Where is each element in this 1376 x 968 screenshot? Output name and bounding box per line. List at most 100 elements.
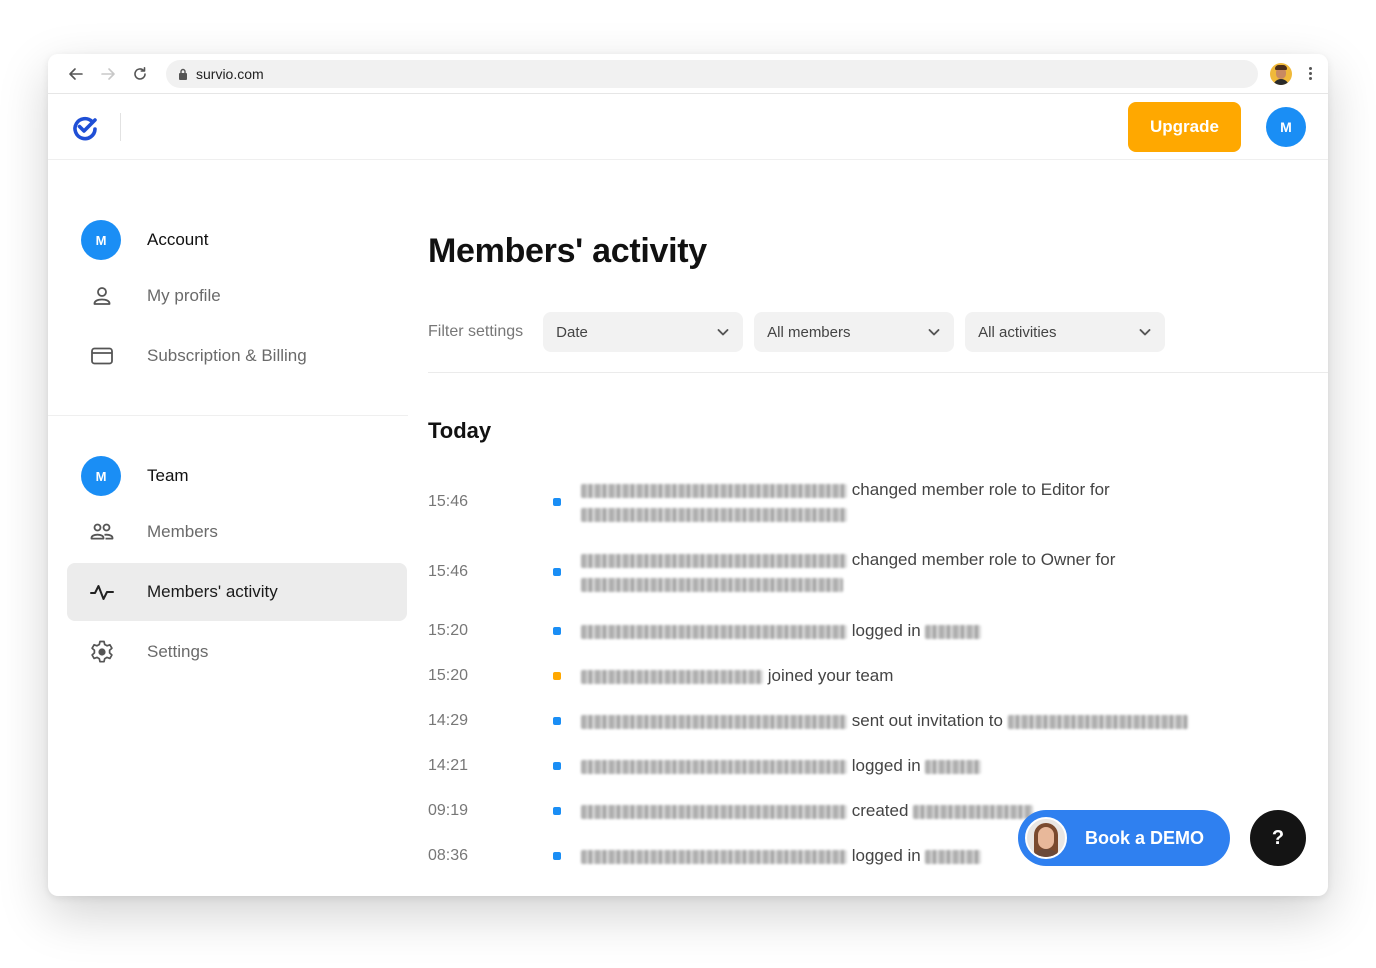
kebab-menu-icon[interactable]: [1304, 67, 1316, 80]
activity-action: created: [851, 801, 909, 820]
activities-filter-select[interactable]: All activities: [965, 312, 1166, 352]
select-value: All members: [767, 323, 851, 341]
browser-window: survio.com Upgrade M M Account My profil…: [48, 54, 1328, 896]
activity-text: logged in: [581, 844, 982, 868]
redacted-target-email: [581, 507, 847, 522]
help-button[interactable]: ?: [1250, 810, 1306, 866]
activity-text: logged in: [581, 754, 982, 778]
sidebar-item-members[interactable]: Members: [67, 503, 407, 561]
upgrade-button[interactable]: Upgrade: [1128, 101, 1241, 152]
activity-time: 15:46: [428, 493, 469, 510]
redacted-target-email: [581, 577, 843, 592]
status-dot: [553, 852, 561, 860]
sidebar-item-settings[interactable]: Settings: [67, 623, 407, 681]
select-value: All activities: [978, 323, 1057, 341]
url-text: survio.com: [196, 65, 264, 82]
activity-time: 14:29: [428, 712, 469, 729]
arrow-right-icon: [101, 67, 115, 80]
activity-row: 15:46 changed member role to Owner for: [428, 548, 1115, 596]
header-divider: [120, 112, 121, 141]
redacted-target: [925, 849, 982, 864]
sidebar-item-subscription-billing[interactable]: Subscription & Billing: [67, 327, 407, 385]
reload-button[interactable]: [124, 58, 156, 90]
activity-time: 14:21: [428, 757, 469, 774]
survio-logo[interactable]: [70, 112, 100, 142]
reload-icon: [134, 66, 146, 80]
activity-text: logged in: [581, 619, 982, 643]
sidebar-item-label: Members: [147, 522, 218, 541]
activity-time: 15:20: [428, 667, 469, 684]
book-demo-label: Book a DEMO: [1085, 827, 1205, 848]
redacted-target: [913, 804, 1034, 819]
sidebar-section-title: Account: [147, 230, 209, 249]
user-avatar[interactable]: M: [1266, 106, 1306, 147]
activity-row: 15:20 logged in: [428, 619, 982, 643]
status-dot: [553, 498, 561, 506]
activity-action: sent out invitation to: [851, 711, 1003, 730]
activity-action: logged in: [851, 846, 921, 865]
activity-row: 09:19 created: [428, 799, 1034, 823]
sidebar-section-team: M Team: [81, 456, 408, 496]
status-dot: [553, 807, 561, 815]
chevron-down-icon: [717, 329, 729, 336]
redacted-email: [581, 804, 847, 819]
activity-action: changed member role to Editor for: [851, 480, 1110, 499]
select-value: Date: [556, 323, 588, 341]
status-dot: [553, 627, 561, 635]
activity-text: created: [581, 799, 1034, 823]
credit-card-icon: [89, 343, 115, 369]
activity-text: sent out invitation to: [581, 709, 1188, 733]
browser-profile-avatar[interactable]: [1270, 62, 1292, 85]
book-demo-button[interactable]: Book a DEMO: [1018, 810, 1230, 866]
redacted-target: [925, 624, 982, 639]
status-dot: [553, 717, 561, 725]
browser-toolbar: survio.com: [48, 54, 1328, 94]
redacted-target-email: [1007, 714, 1188, 729]
forward-button[interactable]: [92, 58, 124, 90]
chevron-down-icon: [928, 329, 940, 336]
chevron-down-icon: [1139, 329, 1151, 336]
sidebar-section-account: M Account: [81, 220, 408, 260]
sidebar-item-label: My profile: [147, 286, 221, 305]
status-dot: [553, 762, 561, 770]
activity-action: logged in: [851, 621, 921, 640]
redacted-email: [581, 669, 763, 684]
agent-avatar: [1025, 817, 1067, 859]
lock-icon: [179, 68, 187, 80]
activity-row: 15:46 changed member role to Editor for: [428, 478, 1110, 526]
day-heading: Today: [428, 418, 492, 443]
redacted-email: [581, 553, 847, 568]
date-filter-select[interactable]: Date: [543, 312, 744, 352]
sidebar-item-members-activity[interactable]: Members' activity: [67, 563, 407, 621]
team-avatar: M: [81, 456, 121, 496]
sidebar-item-my-profile[interactable]: My profile: [67, 267, 407, 325]
redacted-email: [581, 849, 847, 864]
redacted-email: [581, 759, 847, 774]
activity-row: 14:21 logged in: [428, 754, 982, 778]
activity-row: 14:29 sent out invitation to: [428, 709, 1188, 733]
sidebar-item-label: Settings: [147, 642, 209, 661]
activity-time: 15:20: [428, 622, 469, 639]
activity-text: changed member role to Editor for: [581, 478, 1110, 526]
filter-bar: Filter settings Date All members All act…: [428, 312, 1176, 352]
activity-time: 08:36: [428, 847, 469, 864]
activity-text: joined your team: [581, 664, 893, 688]
app-header: Upgrade M: [48, 94, 1328, 160]
sidebar-section-title: Team: [147, 466, 189, 485]
redacted-target: [925, 759, 982, 774]
page-title: Members' activity: [428, 232, 707, 270]
members-filter-select[interactable]: All members: [754, 312, 955, 352]
back-button[interactable]: [60, 58, 92, 90]
activity-pulse-icon: [89, 579, 115, 605]
activity-time: 15:46: [428, 563, 469, 580]
filter-divider: [428, 372, 1328, 373]
sidebar-item-label: Members' activity: [147, 582, 278, 601]
activity-action: logged in: [851, 756, 921, 775]
sidebar: M Account My profile Subscription & Bill…: [48, 160, 408, 681]
users-icon: [89, 519, 115, 545]
address-bar[interactable]: survio.com: [166, 59, 1258, 88]
sidebar-item-label: Subscription & Billing: [147, 346, 307, 365]
user-icon: [89, 283, 115, 309]
status-dot: [553, 672, 561, 680]
redacted-email: [581, 714, 847, 729]
